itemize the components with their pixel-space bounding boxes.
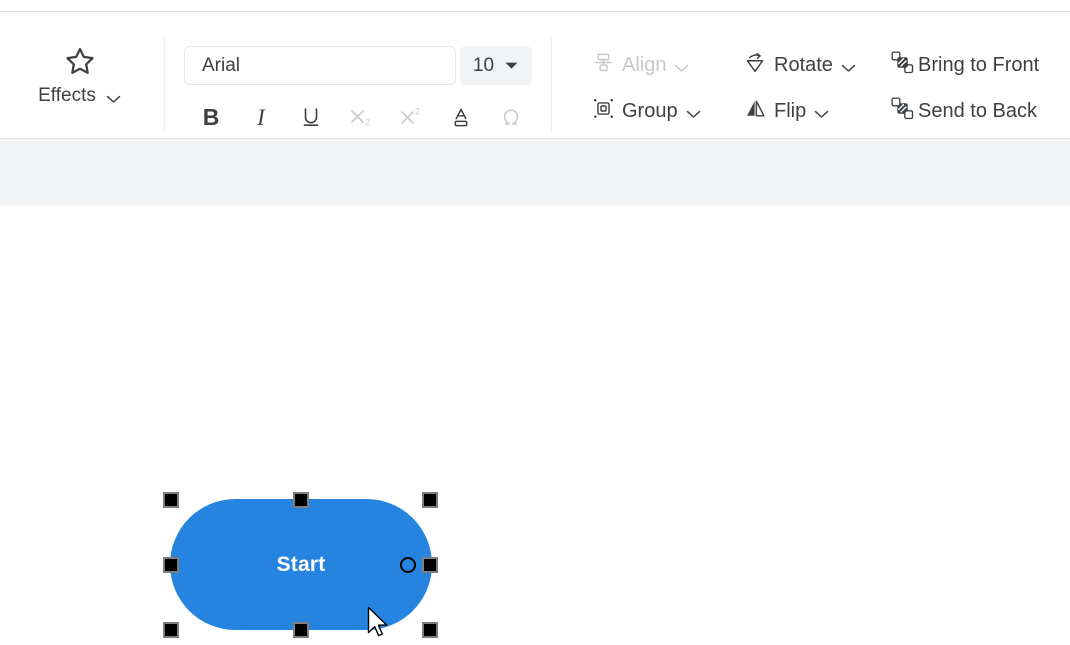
send-to-back-icon xyxy=(890,96,915,126)
rotate-label: Rotate xyxy=(774,54,833,76)
star-icon xyxy=(62,44,98,78)
font-color-button[interactable] xyxy=(436,98,486,136)
group-icon xyxy=(592,97,615,125)
font-family-input[interactable]: Arial xyxy=(184,46,456,85)
resize-handle-top-right[interactable] xyxy=(422,492,438,508)
font-family-value: Arial xyxy=(202,54,241,76)
chevron-down-icon xyxy=(813,106,830,118)
chevron-down-icon xyxy=(673,60,690,72)
font-size-value: 10 xyxy=(472,54,495,76)
right-connection-point[interactable] xyxy=(400,557,416,573)
superscript-button[interactable]: 2 xyxy=(386,98,436,136)
italic-button[interactable]: I xyxy=(236,98,286,136)
resize-handle-bottom-left[interactable] xyxy=(163,622,179,638)
font-size-select[interactable]: 10 xyxy=(460,46,532,85)
effects-button[interactable]: Effects xyxy=(20,34,140,130)
group-label: Group xyxy=(622,100,678,122)
resize-handle-bottom-right[interactable] xyxy=(422,622,438,638)
subscript-button[interactable]: 2 xyxy=(336,98,386,136)
resize-handle-middle-left[interactable] xyxy=(163,557,179,573)
align-label: Align xyxy=(622,54,667,76)
svg-text:2: 2 xyxy=(415,107,420,117)
text-format-row: B I 2 2 xyxy=(186,98,536,136)
shape-start[interactable]: Start xyxy=(170,499,432,630)
bold-button[interactable]: B xyxy=(186,98,236,136)
effects-label-row: Effects xyxy=(38,86,122,105)
chevron-down-icon xyxy=(504,57,519,75)
rotate-button[interactable]: Rotate xyxy=(744,48,857,82)
align-button[interactable]: Align xyxy=(592,48,690,82)
toolbar-divider-1 xyxy=(164,38,165,133)
shape-label: Start xyxy=(276,552,326,576)
special-character-button[interactable] xyxy=(486,98,536,136)
chevron-down-icon xyxy=(685,106,702,118)
align-icon xyxy=(592,51,615,79)
chevron-down-icon xyxy=(105,91,122,103)
rotate-icon xyxy=(744,51,767,79)
resize-handle-middle-right[interactable] xyxy=(422,557,438,573)
flip-icon xyxy=(744,97,767,125)
send-to-back-button[interactable]: Send to Back xyxy=(890,94,1037,128)
effects-label: Effects xyxy=(38,85,96,106)
flip-label: Flip xyxy=(774,100,807,122)
bring-to-front-button[interactable]: Bring to Front xyxy=(890,48,1039,82)
bring-to-front-label: Bring to Front xyxy=(918,54,1040,76)
flip-button[interactable]: Flip xyxy=(744,94,830,128)
resize-handle-top-center[interactable] xyxy=(293,492,309,508)
resize-handle-top-left[interactable] xyxy=(163,492,179,508)
secondary-toolbar-band xyxy=(0,139,1070,206)
toolbar-divider-2 xyxy=(551,38,552,133)
bring-to-front-icon xyxy=(890,50,915,80)
chevron-down-icon xyxy=(840,60,857,72)
diagram-canvas[interactable]: Start xyxy=(0,206,1070,638)
format-toolbar: Effects Arial 10 B I 2 2 Align Group Rot… xyxy=(0,12,1070,138)
group-button[interactable]: Group xyxy=(592,94,702,128)
resize-handle-bottom-center[interactable] xyxy=(293,622,309,638)
send-to-back-label: Send to Back xyxy=(918,100,1037,122)
underline-button[interactable] xyxy=(286,98,336,136)
svg-text:2: 2 xyxy=(365,118,370,128)
